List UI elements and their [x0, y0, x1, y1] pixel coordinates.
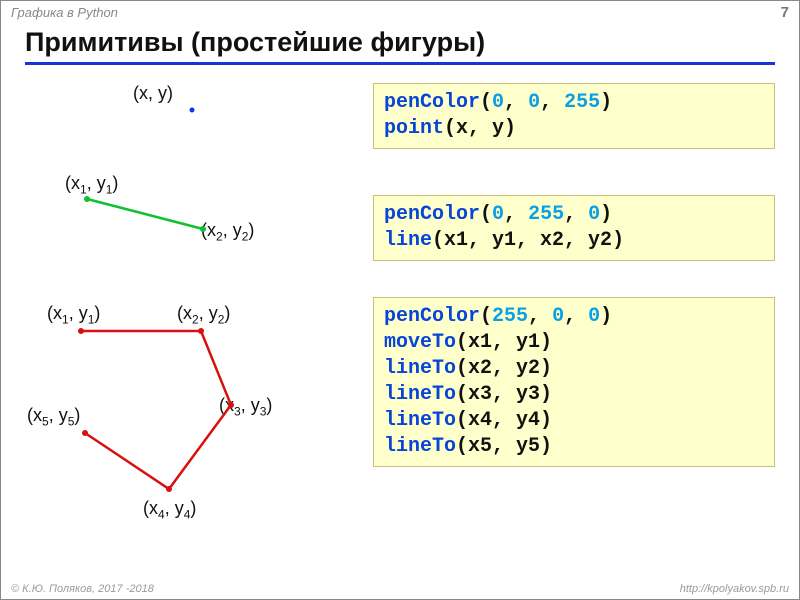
code-poly: penColor(255, 0, 0) moveTo(x1, y1) lineT… [373, 297, 775, 467]
slide-title: Примитивы (простейшие фигуры) [25, 27, 775, 65]
code-line: penColor(0, 255, 0) line(x1, y1, x2, y2) [373, 195, 775, 261]
header-topic: Графика в Python [11, 5, 118, 20]
footer-bar: © К.Ю. Поляков, 2017 -2018 http://kpolya… [1, 579, 799, 599]
footer-right: http://kpolyakov.spb.ru [680, 583, 789, 595]
code-point: penColor(0, 0, 255) point(x, y) [373, 83, 775, 149]
page-number: 7 [781, 4, 789, 21]
slide: Графика в Python 7 Примитивы (простейшие… [0, 0, 800, 600]
poly-label-2: (x2, y2) [177, 303, 230, 327]
footer-left: © К.Ю. Поляков, 2017 -2018 [11, 583, 154, 595]
point-shape [189, 107, 197, 115]
graphics-column: (x, y) (x1, y1) (x2, y2) (x1, y1) (x2, y… [21, 77, 351, 569]
poly-label-1: (x1, y1) [47, 303, 100, 327]
line-shape [83, 195, 223, 235]
line-label-1: (x1, y1) [65, 173, 118, 197]
poly-shape [61, 325, 281, 505]
point-label: (x, y) [133, 83, 173, 104]
header-bar: Графика в Python 7 [1, 1, 799, 23]
